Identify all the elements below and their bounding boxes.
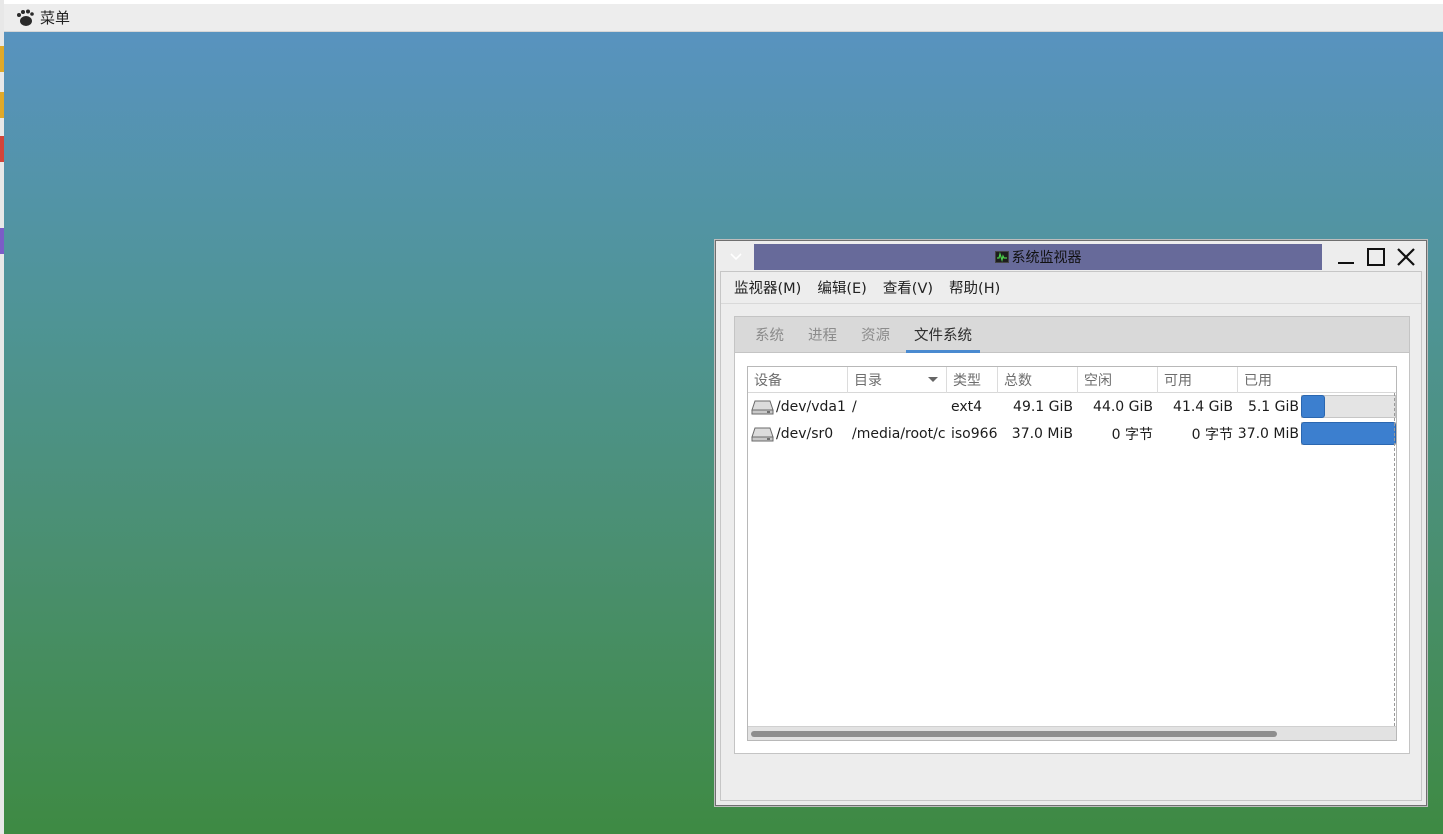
table-row[interactable]: /dev/vda1 / ext4 49.1 GiB 44.0 GiB 41.4 … — [748, 393, 1396, 420]
maximize-icon — [1367, 248, 1385, 266]
used-cell: 37.0 MiB — [1238, 425, 1299, 442]
menu-monitor[interactable]: 监视器(M) — [726, 277, 809, 298]
tab-file-systems[interactable]: 文件系统 — [902, 317, 984, 353]
column-header-free[interactable]: 空闲 — [1078, 367, 1158, 393]
device-name: /dev/vda1 — [776, 398, 846, 415]
total-cell: 49.1 GiB — [1013, 398, 1073, 415]
system-monitor-window: 系统监视器 监视器(M) 编辑(E) 查看(V) 帮助(H) 系统 进程 资源 … — [715, 240, 1427, 806]
window-title-area[interactable]: 系统监视器 — [754, 244, 1322, 270]
usage-bar — [1301, 395, 1396, 418]
available-cell: 41.4 GiB — [1173, 398, 1233, 415]
applications-menu-label: 菜单 — [40, 9, 71, 27]
column-divider — [1394, 393, 1395, 726]
horizontal-scrollbar[interactable] — [748, 726, 1396, 740]
free-cell: 0 字节 — [1111, 426, 1153, 443]
directory-cell: / — [852, 398, 857, 415]
column-header-device[interactable]: 设备 — [748, 367, 848, 393]
menu-view[interactable]: 查看(V) — [875, 277, 941, 298]
top-panel: 菜单 — [4, 4, 1443, 32]
tab-resources[interactable]: 资源 — [849, 317, 902, 352]
usage-bar — [1301, 422, 1396, 445]
close-button[interactable] — [1392, 244, 1420, 270]
column-header-label: 类型 — [953, 373, 981, 389]
tab-notebook: 系统 进程 资源 文件系统 设备 目录 类型 总数 空闲 可用 已用 /dev/… — [734, 316, 1410, 754]
device-name: /dev/sr0 — [776, 425, 834, 442]
column-header-label: 空闲 — [1084, 373, 1112, 389]
free-cell: 44.0 GiB — [1093, 398, 1153, 415]
window-title: 系统监视器 — [1011, 250, 1082, 266]
file-systems-page: 设备 目录 类型 总数 空闲 可用 已用 /dev/vda1 / ext4 49… — [735, 353, 1409, 753]
table-row[interactable]: /dev/sr0 /media/root/c iso966 37.0 MiB 0… — [748, 420, 1396, 447]
maximize-button[interactable] — [1362, 244, 1390, 270]
column-header-total[interactable]: 总数 — [998, 367, 1078, 393]
system-monitor-icon — [994, 251, 1009, 263]
applications-menu-button[interactable]: 菜单 — [4, 4, 76, 32]
column-header-label: 目录 — [854, 373, 882, 389]
menubar: 监视器(M) 编辑(E) 查看(V) 帮助(H) — [721, 272, 1421, 304]
device-cell: /dev/vda1 — [748, 393, 848, 420]
hard-disk-icon — [751, 427, 774, 441]
device-cell: /dev/sr0 — [748, 420, 848, 447]
column-header-directory[interactable]: 目录 — [848, 367, 947, 393]
minimize-button[interactable] — [1332, 244, 1360, 270]
sort-descending-icon — [928, 377, 938, 382]
available-cell: 0 字节 — [1191, 426, 1233, 443]
used-cell: 5.1 GiB — [1247, 398, 1299, 415]
column-header-label: 可用 — [1164, 373, 1192, 389]
tab-system[interactable]: 系统 — [743, 317, 796, 352]
directory-cell: /media/root/c — [852, 425, 946, 442]
table-header: 设备 目录 类型 总数 空闲 可用 已用 — [748, 367, 1396, 393]
usage-bar-fill — [1301, 395, 1325, 418]
usage-bar-fill — [1301, 422, 1396, 445]
gnome-foot-icon — [17, 9, 34, 26]
column-header-label: 总数 — [1004, 373, 1032, 389]
menu-edit[interactable]: 编辑(E) — [809, 277, 874, 298]
window-body: 监视器(M) 编辑(E) 查看(V) 帮助(H) 系统 进程 资源 文件系统 设… — [720, 271, 1422, 801]
scrollbar-thumb[interactable] — [751, 731, 1277, 737]
close-icon — [1397, 248, 1415, 266]
column-header-available[interactable]: 可用 — [1158, 367, 1238, 393]
hard-disk-icon — [751, 400, 774, 414]
chevron-down-icon — [730, 253, 742, 261]
window-titlebar: 系统监视器 — [716, 241, 1426, 271]
type-cell: ext4 — [951, 398, 983, 415]
tab-processes[interactable]: 进程 — [796, 317, 849, 352]
column-header-label: 设备 — [754, 373, 782, 389]
tab-bar: 系统 进程 资源 文件系统 — [735, 317, 1409, 353]
minimize-icon — [1338, 262, 1354, 264]
filesystem-table: 设备 目录 类型 总数 空闲 可用 已用 /dev/vda1 / ext4 49… — [747, 366, 1397, 741]
column-header-type[interactable]: 类型 — [947, 367, 998, 393]
column-header-used[interactable]: 已用 — [1238, 367, 1396, 393]
type-cell: iso966 — [951, 425, 998, 442]
total-cell: 37.0 MiB — [1011, 425, 1073, 442]
window-menu-button[interactable] — [720, 244, 752, 270]
menu-help[interactable]: 帮助(H) — [941, 277, 1008, 298]
column-header-label: 已用 — [1244, 373, 1272, 389]
